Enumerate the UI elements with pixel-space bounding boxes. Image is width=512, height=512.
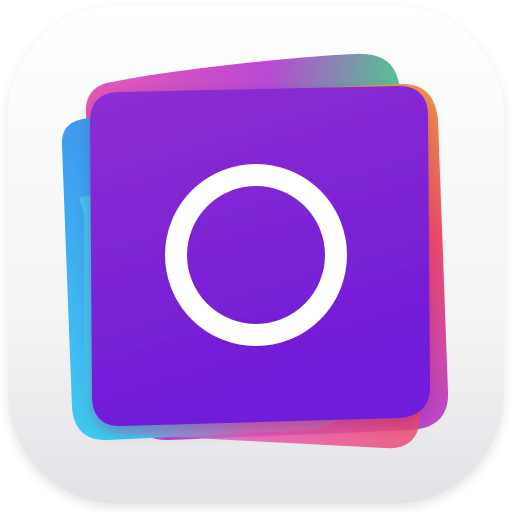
app-icon-graphic xyxy=(8,6,504,504)
front-layer xyxy=(90,86,430,427)
app-icon[interactable] xyxy=(0,0,512,512)
